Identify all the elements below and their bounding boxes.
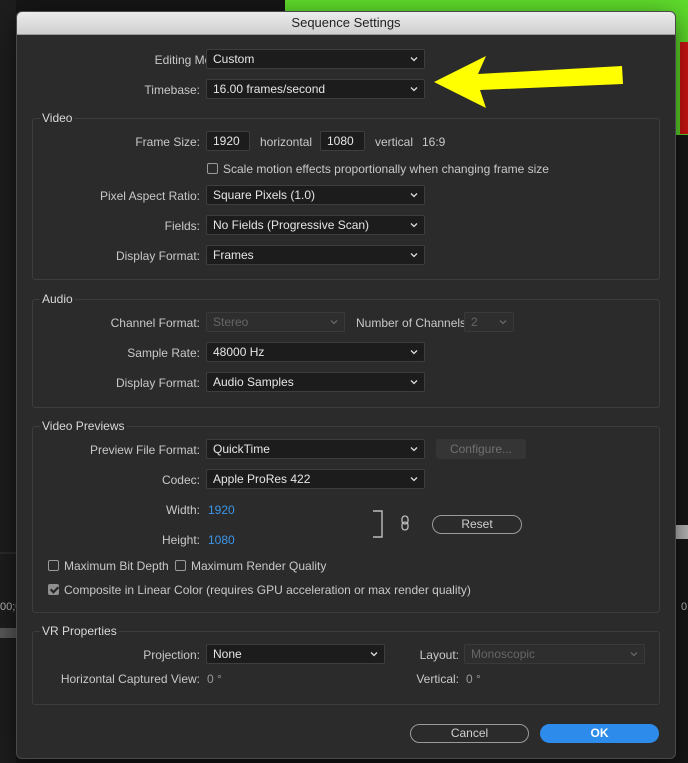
preview-file-format-value: QuickTime xyxy=(213,442,270,456)
max-render-quality-checkbox[interactable] xyxy=(175,560,186,571)
layout-label: Layout: xyxy=(419,648,459,662)
chevron-down-icon xyxy=(410,57,418,62)
frame-size-label: Frame Size: xyxy=(135,135,200,149)
chevron-down-icon xyxy=(410,253,418,258)
channel-format-select[interactable]: Stereo xyxy=(206,312,345,332)
chevron-down-icon xyxy=(330,320,338,325)
preview-file-format-select[interactable]: QuickTime xyxy=(206,439,425,459)
chevron-down-icon xyxy=(630,652,638,657)
max-bit-depth-label: Maximum Bit Depth xyxy=(64,559,169,573)
configure-button[interactable]: Configure... xyxy=(436,439,526,459)
background-right-text: 0 xyxy=(681,601,688,613)
frame-width-input[interactable]: 1920 xyxy=(206,131,250,151)
codec-value: Apple ProRes 422 xyxy=(213,472,311,486)
timebase-label: Timebase: xyxy=(144,83,200,97)
audio-display-format-label: Display Format: xyxy=(115,376,200,390)
vertical-label: vertical xyxy=(375,135,414,149)
background-divider xyxy=(0,552,16,554)
background-right-icon xyxy=(674,525,688,539)
audio-display-format-select[interactable]: Audio Samples xyxy=(206,372,425,392)
horizontal-label: horizontal xyxy=(260,135,313,149)
num-channels-label: Number of Channels: xyxy=(356,316,470,330)
timebase-select[interactable]: 16.00 frames/second xyxy=(206,79,425,99)
background-scroll-bar xyxy=(0,628,16,638)
codec-label: Codec: xyxy=(161,473,200,487)
scale-motion-label: Scale motion effects proportionally when… xyxy=(223,162,549,176)
video-group-title: Video xyxy=(40,111,75,125)
layout-select[interactable]: Monoscopic xyxy=(464,644,645,664)
chevron-down-icon xyxy=(410,477,418,482)
sequence-settings-dialog: Sequence Settings Editing Mode: Custom T… xyxy=(16,11,676,759)
ok-button[interactable]: OK xyxy=(540,724,659,743)
height-label: Height: xyxy=(161,533,200,547)
timebase-value: 16.00 frames/second xyxy=(213,82,326,96)
composite-linear-color-checkbox[interactable] xyxy=(48,584,59,595)
chevron-down-icon xyxy=(410,193,418,198)
pixel-aspect-value: Square Pixels (1.0) xyxy=(213,188,316,202)
background-left-panel xyxy=(0,0,16,763)
chevron-down-icon xyxy=(410,87,418,92)
chevron-down-icon xyxy=(370,652,378,657)
chevron-down-icon xyxy=(410,350,418,355)
num-channels-select[interactable]: 2 xyxy=(464,312,514,332)
fields-select[interactable]: No Fields (Progressive Scan) xyxy=(206,215,425,235)
preview-file-format-label: Preview File Format: xyxy=(89,443,200,457)
composite-linear-color-label: Composite in Linear Color (requires GPU … xyxy=(64,583,471,597)
sample-rate-label: Sample Rate: xyxy=(127,346,200,360)
sample-rate-select[interactable]: 48000 Hz xyxy=(206,342,425,362)
vr-vertical-value: 0 ° xyxy=(466,672,481,686)
audio-display-format-value: Audio Samples xyxy=(213,375,294,389)
frame-height-input[interactable]: 1080 xyxy=(320,131,365,151)
dialog-title: Sequence Settings xyxy=(17,12,675,35)
layout-value: Monoscopic xyxy=(471,647,536,661)
num-channels-value: 2 xyxy=(471,315,478,329)
scale-motion-checkbox[interactable] xyxy=(207,163,218,174)
channel-format-label: Channel Format: xyxy=(110,316,200,330)
pixel-aspect-label: Pixel Aspect Ratio: xyxy=(99,189,200,203)
channel-format-value: Stereo xyxy=(213,315,249,329)
video-previews-group-title: Video Previews xyxy=(40,419,127,433)
preview-height-value[interactable]: 1080 xyxy=(208,533,235,547)
pixel-aspect-select[interactable]: Square Pixels (1.0) xyxy=(206,185,425,205)
chevron-down-icon xyxy=(410,223,418,228)
audio-group-title: Audio xyxy=(40,292,75,306)
chevron-down-icon xyxy=(410,447,418,452)
max-render-quality-label: Maximum Render Quality xyxy=(191,559,327,573)
codec-select[interactable]: Apple ProRes 422 xyxy=(206,469,425,489)
chain-link-icon[interactable] xyxy=(400,515,410,531)
reset-button[interactable]: Reset xyxy=(432,515,522,534)
fields-label: Fields: xyxy=(164,219,200,233)
fields-value: No Fields (Progressive Scan) xyxy=(213,218,370,232)
projection-select[interactable]: None xyxy=(206,644,385,664)
preview-width-value[interactable]: 1920 xyxy=(208,503,235,517)
width-label: Width: xyxy=(165,503,200,517)
horizontal-captured-view-label: Horizontal Captured View: xyxy=(60,672,200,686)
chevron-down-icon xyxy=(410,380,418,385)
projection-label: Projection: xyxy=(143,648,200,662)
video-display-format-value: Frames xyxy=(213,248,254,262)
editing-mode-value: Custom xyxy=(213,52,255,66)
chevron-down-icon xyxy=(499,320,507,325)
editing-mode-select[interactable]: Custom xyxy=(206,49,425,69)
vr-properties-group-title: VR Properties xyxy=(40,624,119,638)
sample-rate-value: 48000 Hz xyxy=(213,345,265,359)
horizontal-captured-view-value: 0 ° xyxy=(207,672,222,686)
max-bit-depth-checkbox[interactable] xyxy=(48,560,59,571)
link-bracket-icon xyxy=(373,510,383,538)
vr-vertical-label: Vertical: xyxy=(416,672,459,686)
vr-properties-group xyxy=(32,631,660,705)
aspect-ratio-text: 16:9 xyxy=(422,135,446,149)
cancel-button[interactable]: Cancel xyxy=(410,724,529,743)
annotation-arrow-icon xyxy=(434,56,623,108)
video-display-format-select[interactable]: Frames xyxy=(206,245,425,265)
video-display-format-label: Display Format: xyxy=(115,249,200,263)
background-red-strip xyxy=(680,42,688,134)
projection-value: None xyxy=(213,647,242,661)
